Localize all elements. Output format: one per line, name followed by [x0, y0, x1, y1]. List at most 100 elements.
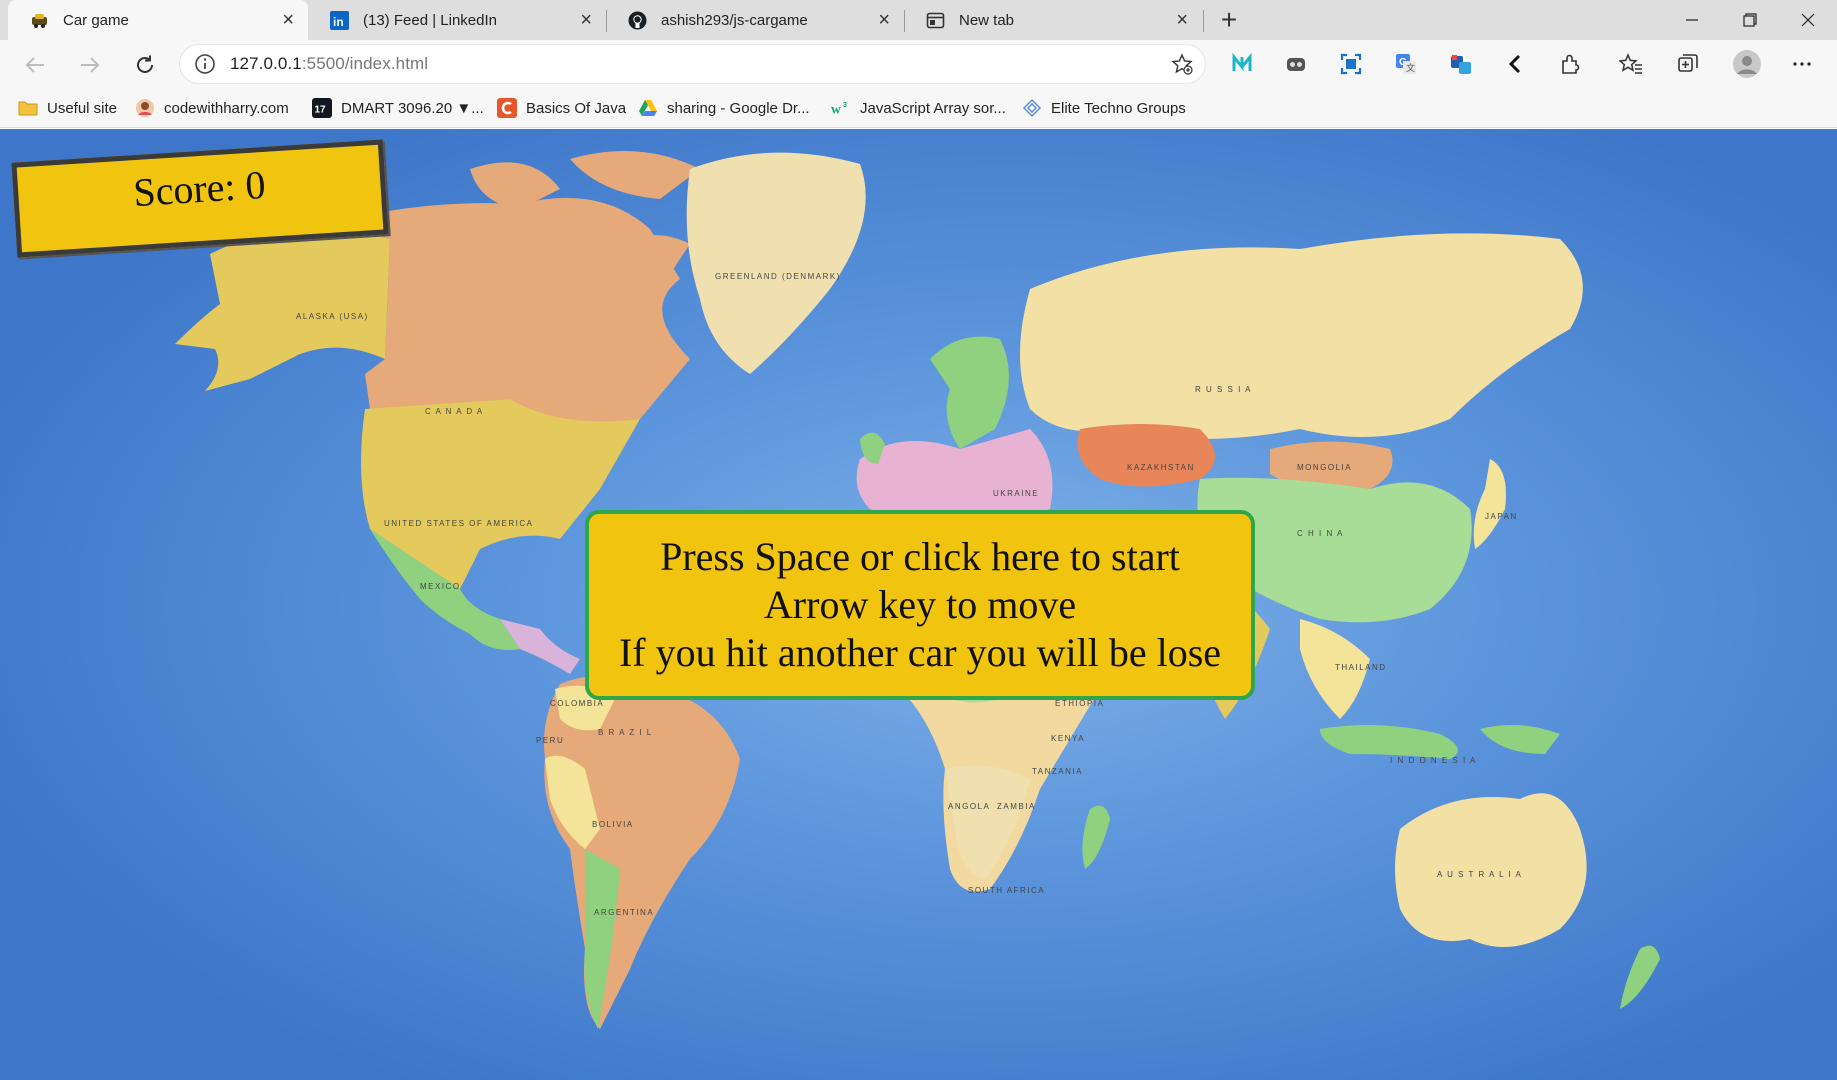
- bookmark-label: Elite Techno Groups: [1051, 99, 1186, 117]
- restore-icon: [1743, 13, 1757, 27]
- tab-title: Car game: [63, 11, 129, 29]
- greenland-shape: [686, 152, 866, 374]
- favorites-icon[interactable]: [1617, 50, 1645, 78]
- profile-avatar-icon[interactable]: [1730, 47, 1764, 81]
- score-text: Score: 0: [131, 161, 267, 216]
- label-kenya: KENYA: [1051, 734, 1085, 743]
- scandinavia-shape: [930, 336, 1009, 449]
- close-icon: [1801, 13, 1815, 27]
- restore-button[interactable]: [1722, 0, 1778, 40]
- address-bar[interactable]: 127.0.0.1:5500/index.html: [180, 45, 1205, 83]
- bookmarks-bar: Useful site codewithharry.com 17 DMART 3…: [0, 88, 1837, 128]
- new-zealand-shape: [1620, 945, 1660, 1009]
- bookmark-useful-site[interactable]: Useful site: [18, 95, 117, 121]
- label-indonesia: I N D O N E S I A: [1390, 756, 1477, 765]
- close-tab-icon[interactable]: ×: [580, 10, 592, 30]
- svg-text:in: in: [333, 15, 344, 29]
- new-tab-button[interactable]: +: [1213, 4, 1245, 36]
- folder-icon: [18, 98, 38, 118]
- back-arrow-icon: [25, 57, 44, 73]
- linkedin-icon: in: [330, 10, 349, 30]
- browser-toolbar: 127.0.0.1:5500/index.html G文: [0, 40, 1837, 88]
- bookmark-label: Useful site: [47, 99, 118, 117]
- label-canada: C A N A D A: [425, 407, 484, 416]
- translator-extension-icon[interactable]: [1447, 50, 1475, 78]
- start-instruction-line: Press Space or click here to start: [660, 534, 1180, 579]
- google-translate-icon[interactable]: G文: [1392, 50, 1420, 78]
- bookmark-basics-of-java[interactable]: Basics Of Java: [497, 95, 626, 121]
- collapse-extensions-icon[interactable]: [1501, 50, 1529, 78]
- russia-shape: [1020, 233, 1583, 439]
- madagascar-shape: [1082, 805, 1110, 869]
- label-south-africa: SOUTH AFRICA: [968, 886, 1045, 895]
- label-argentina: ARGENTINA: [594, 908, 654, 917]
- lose-instruction-line: If you hit another car you will be lose: [618, 630, 1222, 675]
- label-colombia: COLOMBIA: [550, 699, 604, 708]
- reload-button[interactable]: [128, 48, 162, 82]
- bookmark-elite-techno[interactable]: Elite Techno Groups: [1022, 95, 1186, 121]
- indonesia-shape: [1320, 725, 1560, 759]
- label-zambia: ZAMBIA: [997, 802, 1036, 811]
- c-logo-icon: [497, 98, 517, 118]
- info-icon[interactable]: [194, 53, 216, 75]
- close-tab-icon[interactable]: ×: [878, 10, 890, 30]
- new-tab-icon: [926, 11, 945, 30]
- label-ethiopia: ETHIOPIA: [1055, 699, 1104, 708]
- bookmark-label: DMART 3096.20 ▼...: [341, 99, 484, 117]
- svg-text:17: 17: [315, 105, 327, 116]
- bookmark-label: sharing - Google Dr...: [667, 99, 810, 117]
- label-australia: A U S T R A L I A: [1437, 870, 1522, 879]
- reload-icon: [137, 55, 153, 73]
- forward-arrow-icon: [81, 57, 100, 73]
- move-instruction-line: Arrow key to move: [763, 582, 1077, 627]
- close-window-button[interactable]: [1780, 0, 1836, 40]
- label-mexico: MEXICO: [420, 582, 461, 591]
- url-text: 127.0.0.1:5500/index.html: [230, 54, 428, 74]
- diamond-icon: [1022, 98, 1042, 118]
- svg-text:文: 文: [1406, 62, 1415, 73]
- mask-extension-icon[interactable]: [1282, 50, 1310, 78]
- label-angola: ANGOLA: [948, 802, 990, 811]
- back-button[interactable]: [18, 48, 52, 82]
- more-menu-icon[interactable]: [1788, 50, 1816, 78]
- tab-strip: Car game × in (13) Feed | LinkedIn × ash…: [0, 0, 1837, 40]
- label-brazil: B R A Z I L: [598, 728, 653, 737]
- label-tanzania: TANZANIA: [1032, 767, 1083, 776]
- tab-new-tab[interactable]: New tab ×: [904, 0, 1202, 40]
- tab-car-game[interactable]: Car game ×: [8, 0, 308, 40]
- minimize-button[interactable]: [1664, 0, 1720, 40]
- game-area[interactable]: GREENLAND (DENMARK) ALASKA (USA) C A N A…: [0, 129, 1837, 1080]
- label-ukraine: UKRAINE: [993, 489, 1039, 498]
- bookmark-codewithharry[interactable]: codewithharry.com: [135, 95, 289, 121]
- label-japan: JAPAN: [1485, 512, 1518, 521]
- svg-text:3: 3: [843, 100, 847, 109]
- bookmark-javascript-array[interactable]: w3 JavaScript Array sor...: [831, 95, 1006, 121]
- google-drive-icon: [638, 98, 658, 118]
- nimbus-extension-icon[interactable]: [1228, 50, 1256, 78]
- add-favorite-icon[interactable]: [1171, 53, 1193, 75]
- collections-icon[interactable]: [1674, 50, 1702, 78]
- label-kazakhstan: KAZAKHSTAN: [1127, 463, 1195, 472]
- url-path: :5500/index.html: [301, 54, 429, 73]
- github-icon: [628, 11, 647, 30]
- svg-text:w: w: [831, 101, 841, 116]
- url-host: 127.0.0.1: [230, 54, 302, 73]
- label-russia: R U S S I A: [1195, 385, 1252, 394]
- extensions-puzzle-icon[interactable]: [1556, 50, 1584, 78]
- tab-linkedin[interactable]: in (13) Feed | LinkedIn ×: [308, 0, 606, 40]
- tab-github[interactable]: ashish293/js-cargame ×: [606, 0, 904, 40]
- tab-title: New tab: [959, 11, 1015, 29]
- label-china: C H I N A: [1297, 529, 1344, 538]
- tab-divider: [1203, 10, 1204, 32]
- start-game-button[interactable]: Press Space or click here to start Arrow…: [585, 510, 1255, 700]
- forward-button[interactable]: [73, 48, 107, 82]
- close-tab-icon[interactable]: ×: [282, 10, 294, 30]
- bookmark-google-drive[interactable]: sharing - Google Dr...: [638, 95, 810, 121]
- avatar-icon: [135, 98, 155, 118]
- bookmark-dmart[interactable]: 17 DMART 3096.20 ▼...: [312, 95, 484, 121]
- label-alaska: ALASKA (USA): [296, 312, 369, 321]
- car-icon: [30, 11, 49, 30]
- screenshot-extension-icon[interactable]: [1337, 50, 1365, 78]
- close-tab-icon[interactable]: ×: [1176, 10, 1188, 30]
- alaska-shape: [175, 224, 390, 391]
